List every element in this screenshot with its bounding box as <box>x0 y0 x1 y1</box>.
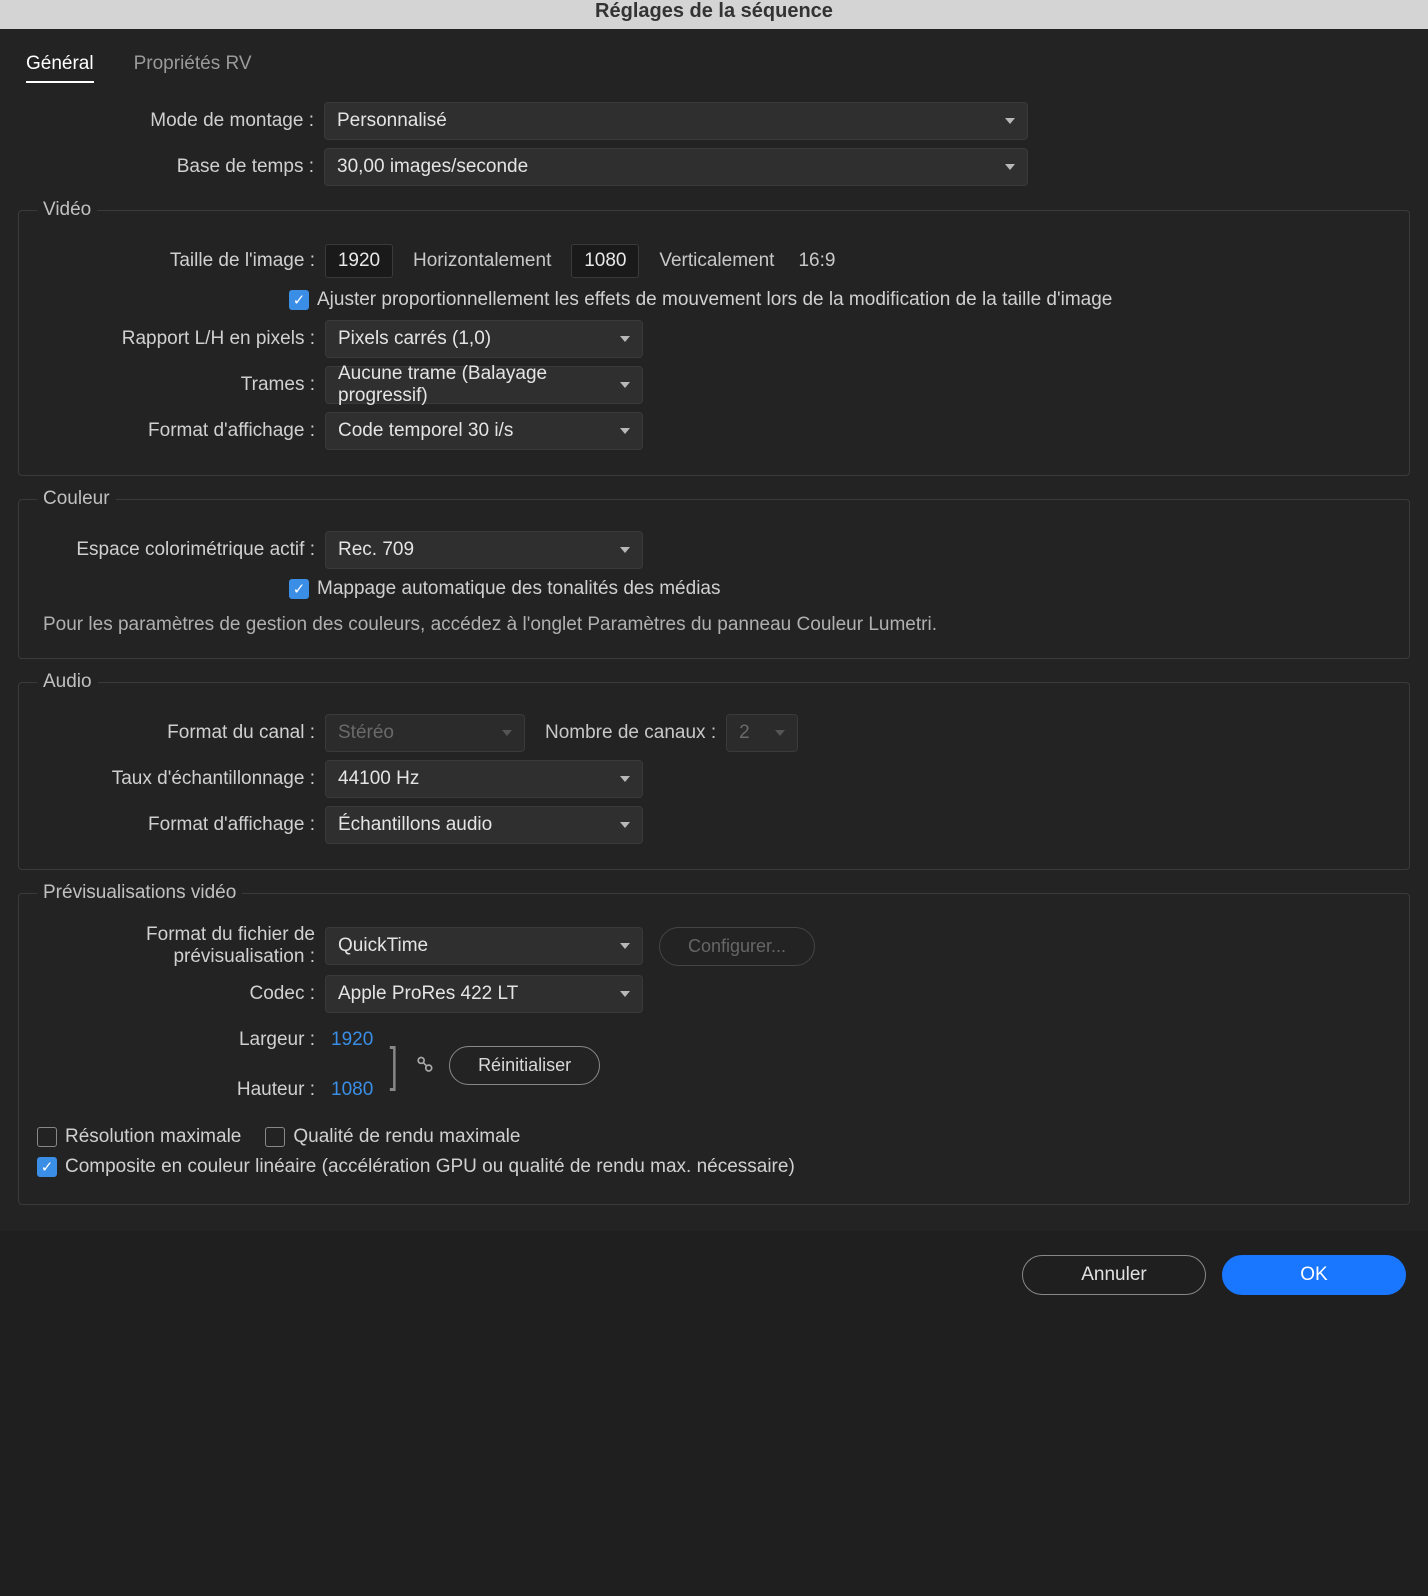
chevron-down-icon <box>502 730 512 736</box>
preview-legend: Prévisualisations vidéo <box>37 882 242 904</box>
max-resolution-checkbox[interactable] <box>37 1127 57 1147</box>
video-display-format-value: Code temporel 30 i/s <box>338 420 513 442</box>
linear-composite-checkbox[interactable] <box>37 1157 57 1177</box>
configure-button: Configurer... <box>659 927 815 966</box>
editing-mode-value: Personnalisé <box>337 110 447 132</box>
chevron-down-icon <box>620 991 630 997</box>
pixel-aspect-dropdown[interactable]: Pixels carrés (1,0) <box>325 320 643 358</box>
chevron-down-icon <box>620 822 630 828</box>
max-resolution-label: Résolution maximale <box>65 1126 241 1148</box>
linear-composite-label: Composite en couleur linéaire (accélérat… <box>65 1156 795 1178</box>
timebase-dropdown[interactable]: 30,00 images/seconde <box>324 148 1028 186</box>
vertical-label: Verticalement <box>659 250 774 272</box>
scale-motion-checkbox[interactable] <box>289 290 309 310</box>
audio-display-format-value: Échantillons audio <box>338 814 492 836</box>
video-group: Vidéo Taille de l'image : 1920 Horizonta… <box>18 199 1410 476</box>
color-group: Couleur Espace colorimétrique actif : Re… <box>18 488 1410 659</box>
codec-label: Codec : <box>37 983 325 1005</box>
timebase-label: Base de temps : <box>18 156 324 178</box>
codec-dropdown[interactable]: Apple ProRes 422 LT <box>325 975 643 1013</box>
scale-motion-label: Ajuster proportionnellement les effets d… <box>317 289 1112 311</box>
chevron-down-icon <box>620 547 630 553</box>
video-display-format-label: Format d'affichage : <box>37 420 325 442</box>
max-render-quality-checkbox[interactable] <box>265 1127 285 1147</box>
pixel-aspect-label: Rapport L/H en pixels : <box>37 328 325 350</box>
chevron-down-icon <box>775 730 785 736</box>
channel-format-dropdown: Stéréo <box>325 714 525 752</box>
fields-label: Trames : <box>37 374 325 396</box>
max-render-quality-label: Qualité de rendu maximale <box>293 1126 520 1148</box>
num-channels-value: 2 <box>739 722 750 744</box>
preview-width-label: Largeur : <box>37 1029 325 1051</box>
color-space-dropdown[interactable]: Rec. 709 <box>325 531 643 569</box>
link-icon[interactable]: ⚯ <box>408 1049 439 1080</box>
tab-vr-properties[interactable]: Propriétés RV <box>134 53 252 83</box>
chevron-down-icon <box>620 776 630 782</box>
preview-group: Prévisualisations vidéo Format du fichie… <box>18 882 1410 1205</box>
sample-rate-dropdown[interactable]: 44100 Hz <box>325 760 643 798</box>
cancel-button[interactable]: Annuler <box>1022 1255 1206 1295</box>
editing-mode-label: Mode de montage : <box>18 110 324 132</box>
preview-file-format-label: Format du fichier de prévisualisation : <box>37 924 325 968</box>
color-management-note: Pour les paramètres de gestion des coule… <box>43 614 1385 636</box>
chevron-down-icon <box>620 336 630 342</box>
chevron-down-icon <box>620 943 630 949</box>
auto-tone-map-checkbox[interactable] <box>289 579 309 599</box>
frame-size-label: Taille de l'image : <box>37 250 325 272</box>
preview-file-format-value: QuickTime <box>338 935 428 957</box>
audio-display-format-label: Format d'affichage : <box>37 814 325 836</box>
aspect-ratio-value: 16:9 <box>798 250 835 272</box>
editing-mode-dropdown[interactable]: Personnalisé <box>324 102 1028 140</box>
tab-general[interactable]: Général <box>26 53 94 83</box>
video-display-format-dropdown[interactable]: Code temporel 30 i/s <box>325 412 643 450</box>
chevron-down-icon <box>620 428 630 434</box>
horizontal-label: Horizontalement <box>413 250 551 272</box>
tabs: Général Propriétés RV <box>0 39 1428 87</box>
preview-height-label: Hauteur : <box>37 1079 325 1101</box>
fields-dropdown[interactable]: Aucune trame (Balayage progressif) <box>325 366 643 404</box>
reset-button[interactable]: Réinitialiser <box>449 1046 600 1085</box>
frame-width-input[interactable]: 1920 <box>325 244 393 278</box>
num-channels-dropdown: 2 <box>726 714 798 752</box>
audio-legend: Audio <box>37 671 98 693</box>
frame-height-input[interactable]: 1080 <box>571 244 639 278</box>
window-title: Réglages de la séquence <box>0 0 1428 29</box>
dialog-footer: Annuler OK <box>0 1231 1428 1309</box>
color-legend: Couleur <box>37 488 116 510</box>
channel-format-label: Format du canal : <box>37 722 325 744</box>
preview-height-value[interactable]: 1080 <box>331 1079 373 1101</box>
pixel-aspect-value: Pixels carrés (1,0) <box>338 328 491 350</box>
timebase-value: 30,00 images/seconde <box>337 156 528 178</box>
color-space-label: Espace colorimétrique actif : <box>37 539 325 561</box>
channel-format-value: Stéréo <box>338 722 394 744</box>
fields-value: Aucune trame (Balayage progressif) <box>338 363 620 407</box>
link-bracket-icon: ] <box>390 1038 398 1093</box>
auto-tone-map-label: Mappage automatique des tonalités des mé… <box>317 578 720 600</box>
audio-group: Audio Format du canal : Stéréo Nombre de… <box>18 671 1410 870</box>
preview-width-value[interactable]: 1920 <box>331 1029 373 1051</box>
sample-rate-value: 44100 Hz <box>338 768 419 790</box>
color-space-value: Rec. 709 <box>338 539 414 561</box>
video-legend: Vidéo <box>37 199 97 221</box>
preview-file-format-dropdown[interactable]: QuickTime <box>325 927 643 965</box>
chevron-down-icon <box>620 382 630 388</box>
codec-value: Apple ProRes 422 LT <box>338 983 518 1005</box>
chevron-down-icon <box>1005 164 1015 170</box>
sample-rate-label: Taux d'échantillonnage : <box>37 768 325 790</box>
audio-display-format-dropdown[interactable]: Échantillons audio <box>325 806 643 844</box>
ok-button[interactable]: OK <box>1222 1255 1406 1295</box>
num-channels-label: Nombre de canaux : <box>545 722 716 744</box>
chevron-down-icon <box>1005 118 1015 124</box>
